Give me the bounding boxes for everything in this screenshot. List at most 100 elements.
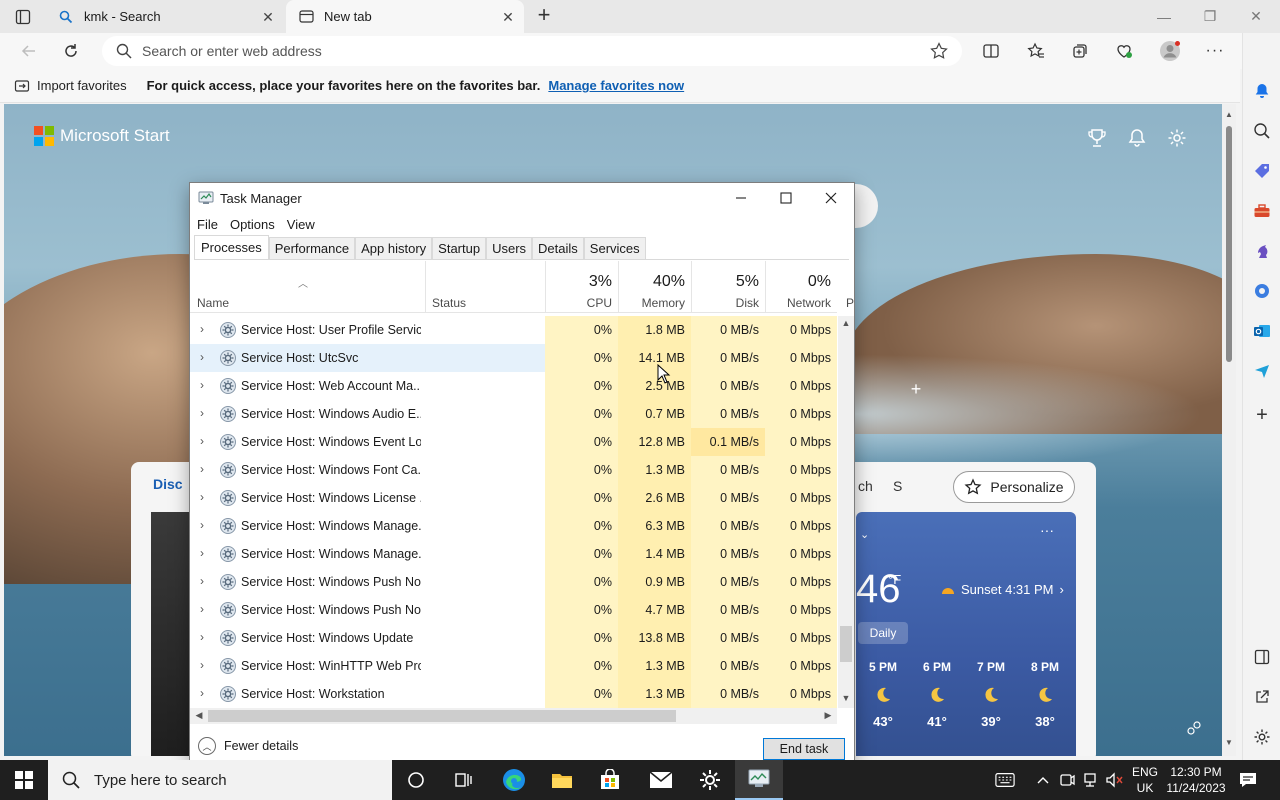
collections-button[interactable]: [1065, 37, 1095, 65]
table-row[interactable]: › Service Host: Web Account Ma... 0% 2.5 MB…: [190, 372, 837, 400]
tab-actions-button[interactable]: [10, 6, 36, 28]
expand-chevron-icon[interactable]: ›: [200, 322, 204, 336]
games-sidebar-button[interactable]: [1250, 239, 1274, 263]
network-icon[interactable]: [1080, 770, 1100, 790]
scroll-up-arrow-icon[interactable]: ▲: [1224, 110, 1234, 120]
settings-taskbar-button[interactable]: [686, 760, 734, 800]
expand-chevron-icon[interactable]: ›: [200, 350, 204, 364]
tab-app-history[interactable]: App history: [355, 237, 433, 259]
minimize-button[interactable]: —: [1141, 0, 1187, 33]
open-external-button[interactable]: [1250, 685, 1274, 709]
new-tab-button[interactable]: +: [532, 4, 556, 28]
restore-button[interactable]: ❐: [1187, 0, 1233, 33]
tools-sidebar-button[interactable]: [1250, 199, 1274, 223]
table-row[interactable]: › Service Host: Windows Update 0% 13.8 MB 0 …: [190, 624, 837, 652]
table-row[interactable]: › Service Host: Windows Push No... 0% 4.7 M…: [190, 596, 837, 624]
column-memory-header[interactable]: 40% Memory: [618, 261, 691, 313]
expand-chevron-icon[interactable]: ›: [200, 546, 204, 560]
browser-tab-search[interactable]: kmk - Search ✕: [46, 0, 284, 33]
scroll-down-arrow-icon[interactable]: ▼: [840, 693, 852, 707]
feed-tab-partial[interactable]: ch: [858, 478, 873, 494]
expand-chevron-icon[interactable]: ›: [200, 406, 204, 420]
start-button[interactable]: [0, 760, 48, 800]
table-row[interactable]: › Service Host: Windows License ... 0% 2.6 …: [190, 484, 837, 512]
split-screen-button[interactable]: [976, 37, 1006, 65]
scroll-left-arrow-icon[interactable]: ◀: [193, 710, 205, 722]
import-favorites-button[interactable]: Import favorites: [14, 78, 127, 94]
table-row[interactable]: › Service Host: Windows Manage... 0% 6.3 MB…: [190, 512, 837, 540]
close-window-button[interactable]: ✕: [1233, 0, 1279, 33]
table-row[interactable]: › Service Host: Workstation 0% 1.3 MB 0 MB/s…: [190, 680, 837, 708]
tm-minimize-button[interactable]: [718, 183, 764, 213]
address-bar[interactable]: [102, 36, 962, 66]
browser-essentials-button[interactable]: [1109, 37, 1139, 65]
vscroll-thumb[interactable]: [840, 626, 852, 662]
mail-button[interactable]: [637, 760, 685, 800]
expand-chevron-icon[interactable]: ›: [200, 686, 204, 700]
chevron-right-icon[interactable]: ›: [1060, 582, 1064, 597]
table-row[interactable]: › Service Host: Windows Audio E... 0% 0.7 M…: [190, 400, 837, 428]
file-explorer-button[interactable]: [538, 760, 586, 800]
keyboard-icon[interactable]: [995, 770, 1015, 790]
scroll-up-arrow-icon[interactable]: ▲: [840, 318, 852, 332]
column-cpu-header[interactable]: 3% CPU: [545, 261, 618, 313]
menu-file[interactable]: File: [197, 217, 218, 232]
tab-services[interactable]: Services: [583, 237, 646, 259]
manage-favorites-link[interactable]: Manage favorites now: [548, 78, 684, 93]
scroll-right-arrow-icon[interactable]: ▶: [822, 710, 834, 722]
menu-options[interactable]: Options: [230, 217, 275, 232]
shopping-sidebar-button[interactable]: [1250, 159, 1274, 183]
expand-chevron-icon[interactable]: ›: [200, 630, 204, 644]
notifications-button[interactable]: [1125, 126, 1149, 150]
chevron-down-icon[interactable]: ⌄: [860, 528, 869, 541]
column-power-header-partial[interactable]: P: [846, 296, 854, 310]
expand-chevron-icon[interactable]: ›: [200, 378, 204, 392]
tab-users[interactable]: Users: [486, 237, 533, 259]
edge-taskbar-button[interactable]: [490, 760, 538, 800]
profile-button[interactable]: [1155, 37, 1185, 65]
task-manager-taskbar-button[interactable]: [735, 760, 783, 800]
input-language-indicator[interactable]: ENG UK: [1131, 764, 1159, 796]
store-button[interactable]: [586, 760, 634, 800]
expand-chevron-icon[interactable]: ›: [200, 434, 204, 448]
settings-more-button[interactable]: ···: [1200, 37, 1230, 65]
feed-tab-discover[interactable]: Disc: [153, 476, 183, 492]
fewer-details-button[interactable]: ︿ Fewer details: [198, 737, 298, 755]
close-tab-icon[interactable]: ✕: [500, 9, 516, 25]
m365-sidebar-button[interactable]: [1250, 279, 1274, 303]
feedback-icon[interactable]: [1182, 716, 1206, 740]
process-list-hscrollbar[interactable]: ◀ ▶: [190, 708, 837, 724]
sidebar-layout-button[interactable]: [1250, 645, 1274, 669]
tm-close-button[interactable]: [808, 183, 854, 213]
meet-now-icon[interactable]: [1057, 770, 1077, 790]
process-list-vscrollbar[interactable]: ▲ ▼: [838, 316, 854, 708]
chevron-up-icon[interactable]: [1033, 770, 1053, 790]
tab-details[interactable]: Details: [532, 237, 584, 259]
expand-chevron-icon[interactable]: ›: [200, 658, 204, 672]
column-disk-header[interactable]: 5% Disk: [691, 261, 765, 313]
task-view-button[interactable]: [440, 760, 488, 800]
table-row[interactable]: › Service Host: WinHTTP Web Pro... 0% 1.3 M…: [190, 652, 837, 680]
table-row[interactable]: › Service Host: Windows Event Log 0% 12.8 M…: [190, 428, 837, 456]
page-scrollbar[interactable]: ▲ ▼: [1222, 104, 1236, 756]
action-center-button[interactable]: [1236, 768, 1260, 792]
tm-maximize-button[interactable]: [763, 183, 809, 213]
search-sidebar-button[interactable]: [1250, 119, 1274, 143]
daily-forecast-tab[interactable]: Daily: [858, 622, 908, 644]
tab-startup[interactable]: Startup: [432, 237, 487, 259]
rewards-button[interactable]: [1085, 126, 1109, 150]
expand-chevron-icon[interactable]: ›: [200, 518, 204, 532]
taskbar-search-box[interactable]: Type here to search: [48, 760, 392, 800]
column-status-header[interactable]: Status: [425, 261, 545, 313]
favorites-button[interactable]: [1021, 37, 1051, 65]
column-network-header[interactable]: 0% Network: [765, 261, 837, 313]
close-tab-icon[interactable]: ✕: [260, 9, 276, 25]
tab-processes[interactable]: Processes: [194, 235, 269, 259]
end-task-button[interactable]: End task: [763, 738, 845, 760]
hscroll-thumb[interactable]: [208, 710, 676, 722]
more-options-icon[interactable]: ···: [1040, 522, 1054, 538]
table-row[interactable]: › Service Host: Windows Manage... 0% 1.4 MB…: [190, 540, 837, 568]
tab-performance[interactable]: Performance: [268, 237, 356, 259]
outlook-sidebar-button[interactable]: [1250, 319, 1274, 343]
table-row[interactable]: › Service Host: Windows Font Ca... 0% 1.3 M…: [190, 456, 837, 484]
